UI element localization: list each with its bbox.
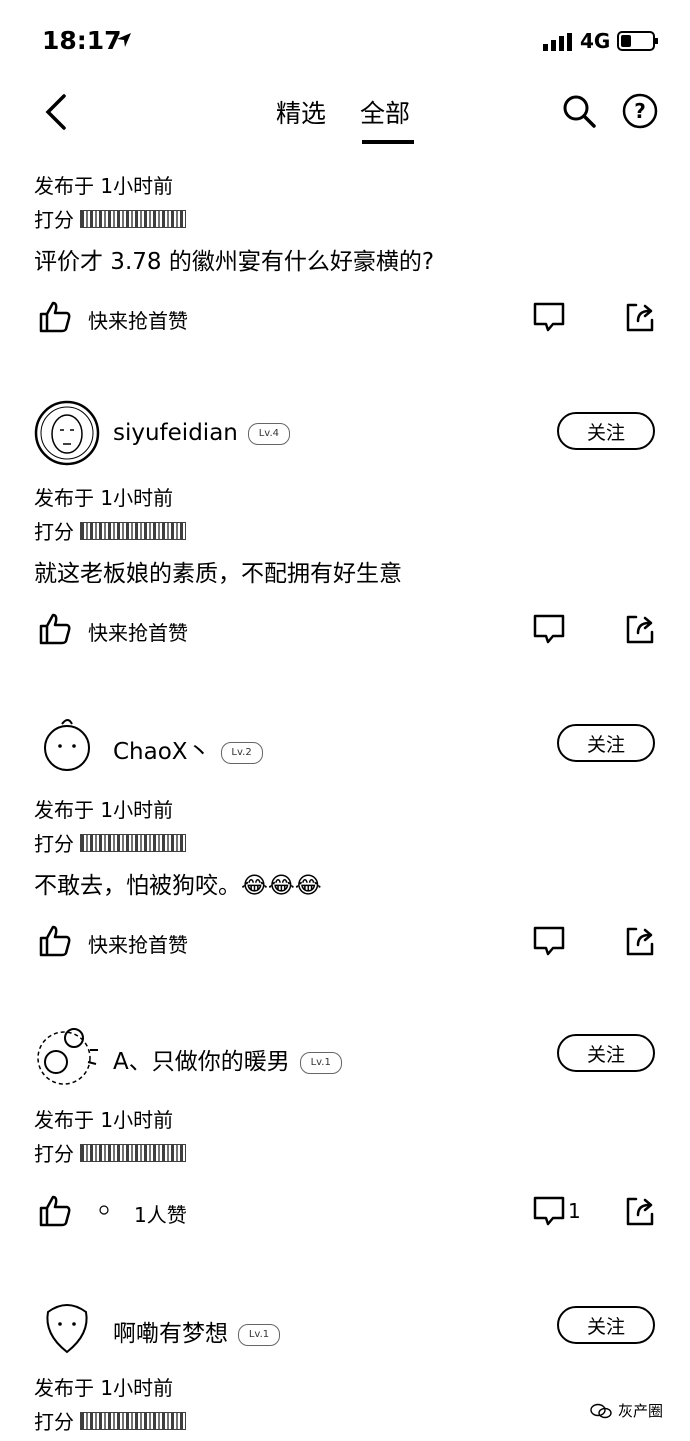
like-text: 快来抢首赞 bbox=[88, 309, 188, 333]
user-name-text: ChaoX丶 bbox=[113, 739, 211, 765]
location-arrow-icon bbox=[117, 33, 131, 47]
wechat-icon bbox=[590, 1403, 612, 1418]
rating-label: 打分 bbox=[34, 1142, 74, 1166]
user-name[interactable]: ChaoX丶 Lv.2 bbox=[113, 732, 263, 766]
liker-avatar-icon bbox=[99, 1205, 109, 1215]
status-time: 18:17 bbox=[42, 26, 122, 55]
share-icon[interactable] bbox=[624, 925, 656, 957]
like-count: 1人赞 bbox=[134, 1203, 187, 1227]
rating-stars bbox=[80, 833, 186, 852]
user-name[interactable]: siyufeidian Lv.4 bbox=[113, 420, 290, 446]
follow-button[interactable]: 关注 bbox=[557, 1306, 655, 1344]
help-icon[interactable]: ? bbox=[622, 93, 658, 129]
follow-button[interactable]: 关注 bbox=[557, 1034, 655, 1072]
post-text: 就这老板娘的素质，不配拥有好生意 bbox=[34, 561, 402, 587]
like-icon[interactable] bbox=[38, 300, 72, 334]
like-text: 快来抢首赞 bbox=[88, 933, 188, 957]
user-avatar[interactable] bbox=[34, 1294, 100, 1360]
user-avatar[interactable] bbox=[34, 712, 100, 778]
comment-icon[interactable] bbox=[533, 1196, 565, 1226]
rating-label: 打分 bbox=[34, 1410, 74, 1434]
user-level-badge: Lv.4 bbox=[247, 422, 290, 445]
user-name[interactable]: A、只做你的暖男 Lv.1 bbox=[113, 1042, 342, 1076]
like-icon[interactable] bbox=[38, 1194, 72, 1228]
post-actions: 快来抢首赞 bbox=[0, 300, 690, 340]
active-tab-indicator bbox=[362, 140, 414, 144]
follow-button[interactable]: 关注 bbox=[557, 724, 655, 762]
share-icon[interactable] bbox=[624, 1195, 656, 1227]
search-icon[interactable] bbox=[562, 94, 596, 128]
post-rating: 打分 bbox=[34, 1406, 186, 1435]
user-avatar[interactable] bbox=[34, 400, 100, 466]
share-icon[interactable] bbox=[624, 613, 656, 645]
user-level-badge: Lv.1 bbox=[299, 1051, 342, 1074]
comment-icon[interactable] bbox=[533, 614, 565, 644]
comment-count: 1 bbox=[568, 1199, 581, 1223]
post-author-row: ChaoX丶 Lv.2 关注 bbox=[0, 712, 690, 782]
post-rating: 打分 bbox=[34, 516, 186, 545]
post-author-row: A、只做你的暖男 Lv.1 关注 bbox=[0, 1022, 690, 1092]
post-time: 发布于 1小时前 bbox=[34, 1108, 174, 1132]
post-actions: 1人赞 1 bbox=[0, 1194, 690, 1234]
rating-label: 打分 bbox=[34, 520, 74, 544]
top-nav: 精选 全部 ? bbox=[0, 80, 690, 150]
user-name-text: 啊嘞有梦想 bbox=[113, 1321, 228, 1347]
user-avatar[interactable] bbox=[34, 1022, 100, 1088]
post-time: 发布于 1小时前 bbox=[34, 174, 174, 198]
user-level-badge: Lv.1 bbox=[238, 1323, 280, 1346]
svg-text:?: ? bbox=[634, 99, 646, 123]
post-time: 发布于 1小时前 bbox=[34, 1376, 174, 1400]
rating-stars bbox=[80, 1411, 186, 1430]
share-icon[interactable] bbox=[624, 301, 656, 333]
post-actions: 快来抢首赞 bbox=[0, 924, 690, 964]
rating-stars bbox=[80, 209, 186, 228]
like-icon[interactable] bbox=[38, 924, 72, 958]
battery-icon bbox=[617, 31, 658, 51]
network-type: 4G bbox=[580, 29, 611, 53]
rating-label: 打分 bbox=[34, 208, 74, 232]
rating-label: 打分 bbox=[34, 832, 74, 856]
signal-icon bbox=[543, 33, 572, 51]
post-rating: 打分 bbox=[34, 828, 186, 857]
post-time: 发布于 1小时前 bbox=[34, 486, 174, 510]
user-name-text: A、只做你的暖男 bbox=[113, 1049, 290, 1075]
post-rating: 打分 bbox=[34, 1138, 186, 1167]
post-text: 不敢去，怕被狗咬。😂😂😂 bbox=[34, 873, 322, 899]
post-author-row: siyufeidian Lv.4 关注 bbox=[0, 400, 690, 470]
like-text: 快来抢首赞 bbox=[88, 621, 188, 645]
back-icon[interactable] bbox=[40, 92, 72, 132]
post-rating: 打分 bbox=[34, 204, 186, 233]
tab-all[interactable]: 全部 bbox=[360, 94, 410, 130]
rating-stars bbox=[80, 1143, 186, 1162]
like-icon[interactable] bbox=[38, 612, 72, 646]
tab-featured[interactable]: 精选 bbox=[276, 94, 326, 130]
comment-icon[interactable] bbox=[533, 926, 565, 956]
rating-stars bbox=[80, 521, 186, 540]
watermark: 灰产圈 bbox=[590, 1400, 663, 1421]
status-bar: 18:17 4G bbox=[0, 0, 690, 80]
comment-icon[interactable] bbox=[533, 302, 565, 332]
post-text: 评价才 3.78 的徽州宴有什么好豪横的? bbox=[34, 249, 435, 275]
user-name-text: siyufeidian bbox=[113, 420, 238, 446]
watermark-text: 灰产圈 bbox=[618, 1402, 664, 1420]
post-author-row: 啊嘞有梦想 Lv.1 关注 bbox=[0, 1294, 690, 1364]
user-level-badge: Lv.2 bbox=[220, 741, 263, 764]
post-time: 发布于 1小时前 bbox=[34, 798, 174, 822]
follow-button[interactable]: 关注 bbox=[557, 412, 655, 450]
user-name[interactable]: 啊嘞有梦想 Lv.1 bbox=[113, 1314, 280, 1348]
post-actions: 快来抢首赞 bbox=[0, 612, 690, 652]
